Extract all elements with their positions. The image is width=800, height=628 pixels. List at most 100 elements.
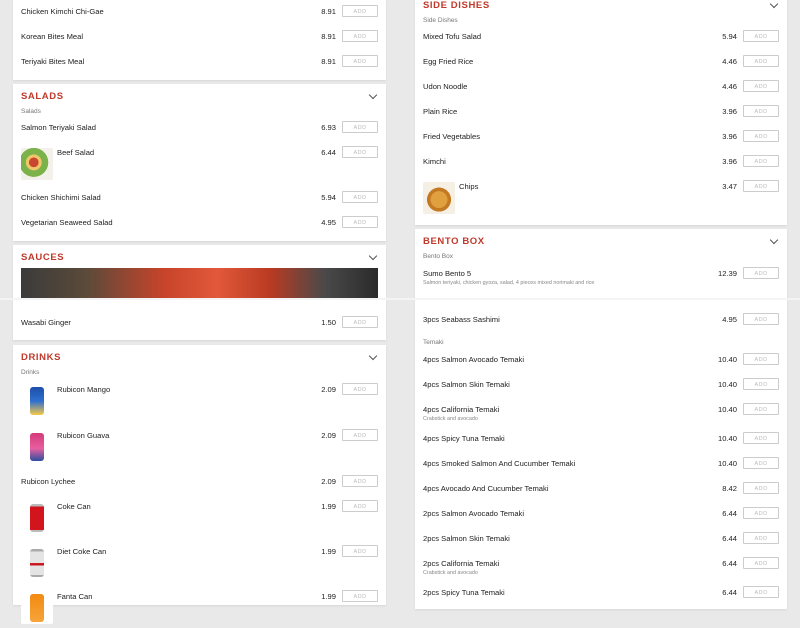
chevron-down-icon[interactable] xyxy=(368,90,378,100)
salads-section: SALADS Salads Salmon Teriyaki Salad 6.93… xyxy=(13,84,386,241)
diet-coke-can-image xyxy=(21,547,53,579)
section-title[interactable]: SAUCES xyxy=(21,252,64,263)
menu-item: 2pcs Salmon Avocado Temaki 6.44 ADD xyxy=(415,507,787,529)
add-button[interactable]: ADD xyxy=(743,130,779,142)
add-button[interactable]: ADD xyxy=(743,403,779,415)
item-price: 6.44 xyxy=(722,509,737,518)
add-button[interactable]: ADD xyxy=(342,216,378,228)
menu-item: 2pcs Spicy Tuna Temaki 6.44 ADD xyxy=(415,586,787,608)
add-button[interactable]: ADD xyxy=(743,313,779,325)
item-price: 8.91 xyxy=(321,32,336,41)
item-description: Crabstick and avocado xyxy=(423,570,478,576)
add-button[interactable]: ADD xyxy=(342,429,378,441)
add-button[interactable]: ADD xyxy=(743,105,779,117)
add-button[interactable]: ADD xyxy=(342,146,378,158)
add-button[interactable]: ADD xyxy=(743,55,779,67)
add-button[interactable]: ADD xyxy=(743,378,779,390)
add-button[interactable]: ADD xyxy=(743,353,779,365)
screenshot-seam xyxy=(0,298,800,300)
add-button[interactable]: ADD xyxy=(743,155,779,167)
item-price: 3.47 xyxy=(722,182,737,191)
add-button[interactable]: ADD xyxy=(743,80,779,92)
rubicon-mango-image xyxy=(21,385,53,417)
section-title[interactable]: BENTO BOX xyxy=(423,236,485,247)
add-button[interactable]: ADD xyxy=(342,30,378,42)
drinks-section: DRINKS Drinks Rubicon Mango 2.09 ADD Rub… xyxy=(13,345,386,624)
add-button[interactable]: ADD xyxy=(342,475,378,487)
menu-item: Fanta Can 1.99 ADD xyxy=(13,590,386,628)
menu-item: 4pcs California Temaki Crabstick and avo… xyxy=(415,403,787,425)
add-button[interactable]: ADD xyxy=(342,545,378,557)
sauces-section: SAUCES Wasabi Ginger 1.50 ADD xyxy=(13,245,386,340)
chevron-down-icon[interactable] xyxy=(368,251,378,261)
menu-item: Diet Coke Can 1.99 ADD xyxy=(13,545,386,583)
item-price: 1.99 xyxy=(321,502,336,511)
add-button[interactable]: ADD xyxy=(342,55,378,67)
add-button[interactable]: ADD xyxy=(342,316,378,328)
item-price: 4.95 xyxy=(321,218,336,227)
menu-item: Korean Bites Meal 8.91 ADD xyxy=(13,30,386,52)
add-button[interactable]: ADD xyxy=(743,532,779,544)
add-button[interactable]: ADD xyxy=(743,432,779,444)
menu-item: Chicken Kimchi Chi-Gae 8.91 ADD xyxy=(13,5,386,27)
section-subtitle: Temaki xyxy=(423,339,444,346)
section-title[interactable]: SIDE DISHES xyxy=(423,0,490,11)
menu-item: 3pcs Seabass Sashimi 4.95 ADD xyxy=(415,313,787,335)
menu-item: Rubicon Mango 2.09 ADD xyxy=(13,383,386,421)
menu-item: Wasabi Ginger 1.50 ADD xyxy=(13,316,386,338)
item-name: 2pcs Salmon Avocado Temaki xyxy=(423,509,525,518)
add-button[interactable]: ADD xyxy=(743,507,779,519)
item-name: Wasabi Ginger xyxy=(21,318,71,327)
menu-item: Rubicon Lychee 2.09 ADD xyxy=(13,475,386,497)
menu-item: 4pcs Salmon Avocado Temaki 10.40 ADD xyxy=(415,353,787,375)
section-title[interactable]: DRINKS xyxy=(21,352,61,363)
add-button[interactable]: ADD xyxy=(342,590,378,602)
item-price: 10.40 xyxy=(717,405,737,414)
fanta-can-image xyxy=(21,592,53,624)
add-button[interactable]: ADD xyxy=(342,191,378,203)
add-button[interactable]: ADD xyxy=(743,482,779,494)
add-button[interactable]: ADD xyxy=(743,457,779,469)
item-name: Rubicon Guava xyxy=(57,431,110,440)
menu-item: Teriyaki Bites Meal 8.91 ADD xyxy=(13,55,386,77)
item-name: Rubicon Mango xyxy=(57,385,111,394)
menu-item: Salmon Teriyaki Salad 6.93 ADD xyxy=(13,121,386,143)
add-button[interactable]: ADD xyxy=(743,30,779,42)
section-subtitle: Bento Box xyxy=(423,253,453,260)
item-name: Korean Bites Meal xyxy=(21,32,84,41)
item-name: Sumo Bento 5 xyxy=(423,269,472,278)
add-button[interactable]: ADD xyxy=(743,180,779,192)
menu-item: Mixed Tofu Salad 5.94 ADD xyxy=(415,30,787,52)
item-price: 2.09 xyxy=(321,477,336,486)
section-subtitle: Side Dishes xyxy=(423,17,458,24)
item-name: 3pcs Seabass Sashimi xyxy=(423,315,500,324)
add-button[interactable]: ADD xyxy=(342,383,378,395)
add-button[interactable]: ADD xyxy=(342,5,378,17)
sauce-banner-image xyxy=(21,268,378,298)
item-price: 10.40 xyxy=(717,380,737,389)
menu-item: Plain Rice 3.96 ADD xyxy=(415,105,787,127)
item-name: 4pcs Salmon Avocado Temaki xyxy=(423,355,525,364)
item-name: Beef Salad xyxy=(57,148,95,157)
chevron-down-icon[interactable] xyxy=(769,0,779,9)
item-price: 3.96 xyxy=(722,157,737,166)
section-subtitle: Drinks xyxy=(21,369,40,376)
beef-salad-image xyxy=(21,148,53,180)
chevron-down-icon[interactable] xyxy=(769,235,779,245)
item-name: Chicken Kimchi Chi-Gae xyxy=(21,7,104,16)
section-subtitle: Salads xyxy=(21,108,41,115)
chevron-down-icon[interactable] xyxy=(368,351,378,361)
add-button[interactable]: ADD xyxy=(743,267,779,279)
item-name: Vegetarian Seaweed Salad xyxy=(21,218,113,227)
add-button[interactable]: ADD xyxy=(743,557,779,569)
menu-item: Beef Salad 6.44 ADD xyxy=(13,146,386,184)
item-price: 10.40 xyxy=(717,355,737,364)
add-button[interactable]: ADD xyxy=(743,586,779,598)
add-button[interactable]: ADD xyxy=(342,121,378,133)
add-button[interactable]: ADD xyxy=(342,500,378,512)
item-price: 6.44 xyxy=(722,534,737,543)
item-price: 4.46 xyxy=(722,57,737,66)
section-title[interactable]: SALADS xyxy=(21,91,64,102)
item-name: Chicken Shichimi Salad xyxy=(21,193,101,202)
menu-item: Fried Vegetables 3.96 ADD xyxy=(415,130,787,152)
